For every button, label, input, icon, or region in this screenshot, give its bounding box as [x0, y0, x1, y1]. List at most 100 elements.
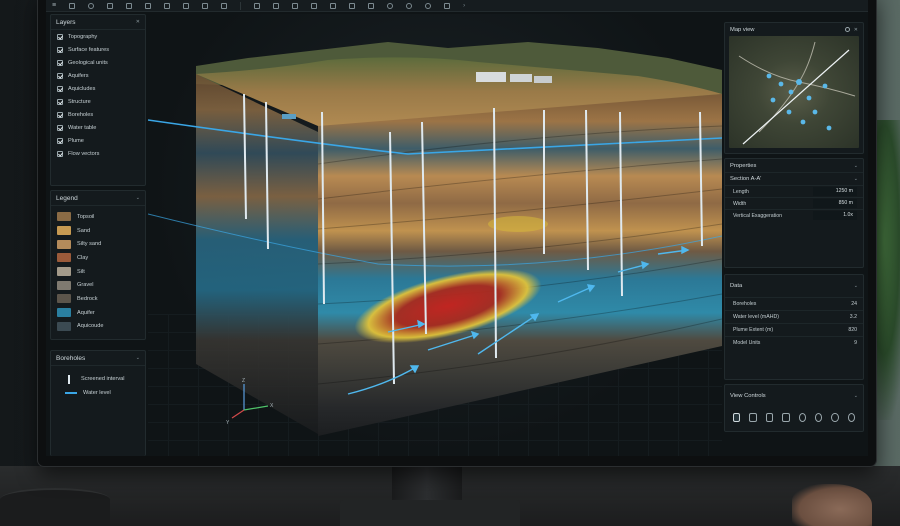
legend-swatch: [57, 239, 71, 249]
info-icon[interactable]: [847, 413, 855, 422]
data-row: Model Units 9: [725, 336, 863, 349]
chevron-down-icon[interactable]: ⌄: [854, 283, 858, 289]
layer-checkbox[interactable]: [57, 46, 63, 53]
legend-label: Clay: [77, 254, 89, 261]
reset-view-icon[interactable]: [831, 413, 839, 422]
legend-panel: Legend ⌄ Topsoil Sand Silty sand Clay Silt Gr…: [50, 190, 146, 340]
grid-icon[interactable]: [273, 2, 280, 9]
collapse-icon[interactable]: ✕: [136, 19, 140, 25]
more-icon[interactable]: ›: [463, 3, 465, 9]
layer-checkbox[interactable]: [57, 72, 63, 79]
section-line[interactable]: [742, 49, 850, 145]
edit-icon[interactable]: [221, 2, 228, 9]
layer-item[interactable]: Topography: [51, 30, 145, 43]
chevron-down-icon[interactable]: ⌄: [136, 195, 140, 201]
draw-tool-icon[interactable]: [145, 2, 152, 9]
boreholes-panel-header[interactable]: Boreholes ⌄: [51, 351, 145, 366]
layer-checkbox[interactable]: [57, 59, 63, 66]
legend-swatch: [57, 253, 71, 263]
layer-item[interactable]: Aquicludes: [51, 82, 145, 95]
calendar-icon[interactable]: [349, 2, 356, 9]
layer-item[interactable]: Structure: [51, 95, 145, 108]
axis-y-label: Y: [226, 420, 230, 426]
chevron-down-icon[interactable]: ⌄: [854, 163, 858, 169]
headphones-icon[interactable]: [425, 2, 432, 9]
toolbar-separator: [240, 1, 242, 10]
layer-item[interactable]: Boreholes: [51, 108, 145, 121]
map-view-title: Map view: [730, 26, 755, 33]
chevron-down-icon[interactable]: ⌄: [136, 355, 140, 361]
zoom-extents-icon[interactable]: [782, 413, 790, 422]
chart-icon[interactable]: [330, 2, 337, 9]
legend-swatch: [57, 294, 71, 304]
legend-item: Silt: [51, 265, 145, 279]
layer-item[interactable]: Water table: [51, 121, 145, 134]
shield-icon[interactable]: [368, 2, 375, 9]
layer-label: Topography: [68, 33, 98, 40]
legend-item: Aquicoude: [51, 320, 145, 334]
globe-icon[interactable]: [387, 2, 394, 9]
rotate-left-icon[interactable]: [798, 413, 806, 422]
document-icon[interactable]: [183, 2, 190, 9]
measure-tool-icon[interactable]: [126, 2, 133, 9]
layer-checkbox[interactable]: [57, 33, 63, 40]
close-icon[interactable]: ✕: [854, 27, 858, 33]
view-controls-panel: View Controls ⌄: [724, 384, 864, 432]
property-value[interactable]: 1.0x: [813, 211, 857, 220]
layer-checkbox[interactable]: [57, 111, 63, 118]
data-label: Plume Extent (m): [733, 327, 774, 333]
rotate-right-icon[interactable]: [814, 413, 823, 422]
section-subheader[interactable]: Section A-A' ⌄: [725, 172, 863, 185]
chevron-down-icon[interactable]: ⌄: [854, 393, 858, 399]
pan-right-icon[interactable]: [765, 413, 774, 422]
layer-checkbox[interactable]: [57, 98, 63, 105]
property-value[interactable]: 1250 m: [813, 187, 857, 196]
layer-item[interactable]: Geological units: [51, 56, 145, 69]
crop-icon[interactable]: [254, 2, 261, 9]
properties-header: Properties ⌄: [725, 159, 863, 172]
data-row: Boreholes 24: [725, 297, 863, 310]
data-title: Data: [730, 283, 743, 289]
screened-interval-icon: [68, 374, 70, 384]
layers-icon[interactable]: [202, 2, 209, 9]
layers-panel-header[interactable]: Layers ✕: [51, 15, 145, 30]
layer-item[interactable]: Aquifers: [51, 69, 145, 82]
fit-view-icon[interactable]: [733, 413, 741, 422]
pan-tool-icon[interactable]: [107, 2, 114, 9]
layer-checkbox[interactable]: [57, 124, 63, 131]
legend-water-level: Water level: [51, 386, 145, 400]
geological-block-model[interactable]: Z X Y: [148, 14, 722, 456]
layer-checkbox[interactable]: [57, 137, 63, 144]
layer-checkbox[interactable]: [57, 85, 63, 92]
select-tool-icon[interactable]: [69, 2, 76, 9]
section-tool-icon[interactable]: [164, 2, 171, 9]
legend-swatch: [57, 226, 71, 236]
layer-item[interactable]: Plume: [51, 134, 145, 147]
zoom-tool-icon[interactable]: [88, 2, 95, 9]
layer-checkbox[interactable]: [57, 150, 63, 157]
menu-icon[interactable]: ≡: [52, 2, 56, 9]
map-view[interactable]: [729, 36, 859, 148]
legend-label: Topsoil: [77, 213, 95, 220]
properties-rows: Length 1250 m Width 850 m Vertical Exaggerat…: [725, 185, 863, 221]
image-icon[interactable]: [311, 2, 318, 9]
chevron-down-icon[interactable]: ⌄: [854, 176, 858, 182]
data-value: 820: [848, 327, 857, 333]
legend-panel-header[interactable]: Legend ⌄: [51, 191, 145, 206]
pan-left-icon[interactable]: [749, 413, 757, 422]
view-controls-title: View Controls: [730, 393, 766, 399]
hand: [792, 484, 872, 526]
expand-icon[interactable]: [844, 26, 850, 32]
export-icon[interactable]: [292, 2, 299, 9]
layer-item[interactable]: Flow vectors: [51, 147, 145, 160]
star-icon[interactable]: [444, 2, 451, 9]
legend-swatch: [57, 212, 71, 222]
layer-item[interactable]: Surface features: [51, 43, 145, 56]
data-row: Water level (mAHD) 3.2: [725, 310, 863, 323]
legend-swatch: [57, 321, 71, 331]
view-controls-header: View Controls ⌄: [725, 385, 863, 407]
3d-viewport[interactable]: Z X Y: [148, 14, 722, 456]
property-row: Width 850 m: [725, 197, 863, 209]
property-value[interactable]: 850 m: [813, 199, 857, 208]
settings-icon[interactable]: [406, 2, 413, 9]
